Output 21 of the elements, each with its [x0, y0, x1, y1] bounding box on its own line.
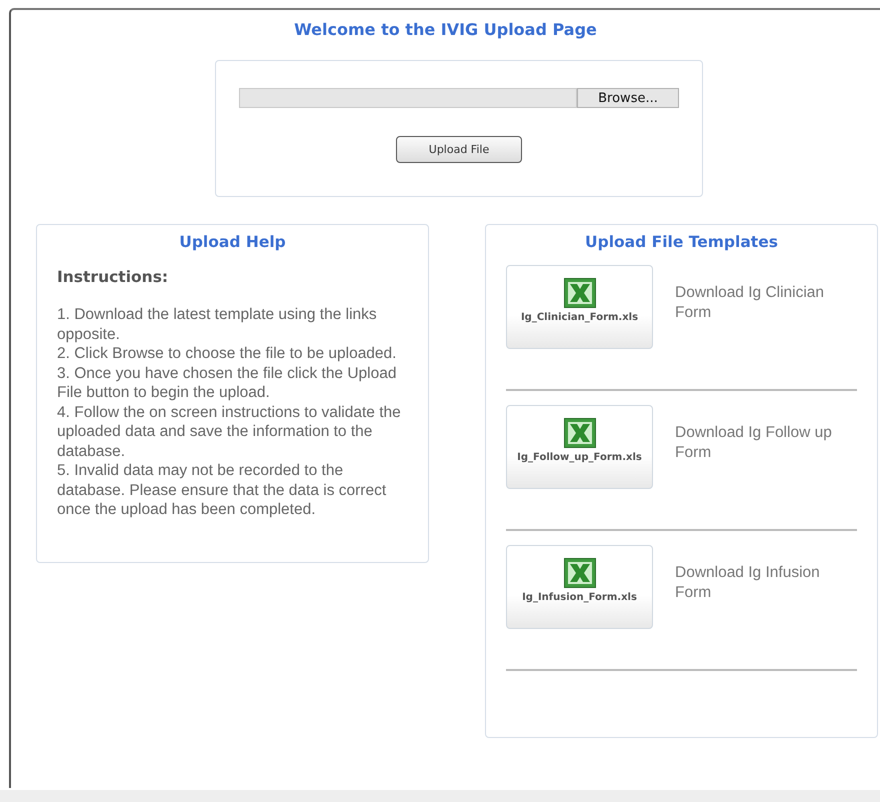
instruction-step: 5. Invalid data may not be recorded to the database. Please ensure that the data is correct once the upload has been completed.: [57, 461, 412, 520]
spreadsheet-icon: [564, 278, 596, 308]
instructions-heading: Instructions:: [57, 268, 170, 286]
file-download-button[interactable]: Ig_Follow_up_Form.xls: [506, 405, 653, 489]
panel-title: Upload File Templates: [584, 233, 779, 251]
spreadsheet-icon: [564, 418, 596, 448]
instruction-step: 2. Click Browse to choose the file to be uploaded.: [57, 344, 412, 364]
instruction-step: 1. Download the latest template using the links opposite.: [57, 305, 412, 344]
file-download-button[interactable]: Ig_Infusion_Form.xls: [506, 545, 653, 629]
browse-button[interactable]: Browse...: [577, 88, 679, 108]
download-link[interactable]: Download Ig Clinician Form: [675, 283, 855, 323]
upload-file-button[interactable]: Upload File: [396, 136, 522, 163]
file-download-button[interactable]: Ig_Clinician_Form.xls: [506, 265, 653, 349]
instruction-step: 3. Once you have chosen the file click the Upload File button to begin the upload.: [57, 364, 412, 402]
page-title: Welcome to the IVIG Upload Page: [293, 20, 598, 41]
download-link[interactable]: Download Ig Follow up Form: [675, 423, 855, 463]
download-link[interactable]: Download Ig Infusion Form: [675, 563, 855, 603]
spreadsheet-icon: [564, 558, 596, 588]
instruction-step: 4. Follow the on screen instructions to validate the uploaded data and save the information to the database.: [57, 402, 412, 461]
panel-title: Upload Help: [178, 233, 287, 251]
file-path-field[interactable]: [239, 88, 577, 108]
